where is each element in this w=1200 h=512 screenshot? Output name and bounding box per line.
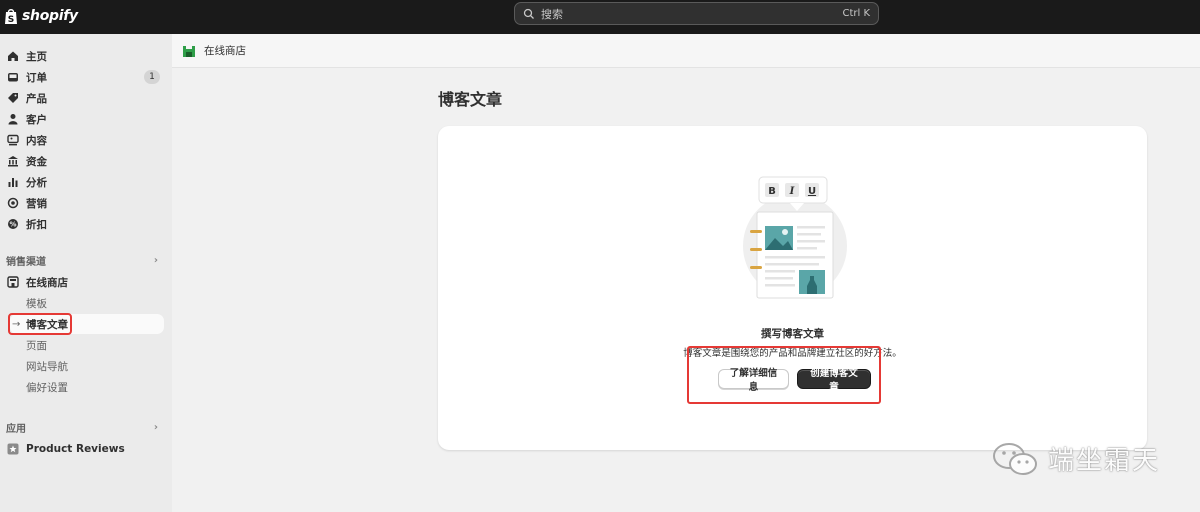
inbox-icon (6, 70, 20, 84)
sidebar-item-label: Product Reviews (26, 443, 125, 455)
sidebar-item-label: 资金 (26, 155, 47, 168)
search-placeholder: 搜索 (541, 7, 563, 21)
blog-illustration-icon: B I U (743, 176, 847, 299)
person-icon (6, 112, 20, 126)
search-icon (523, 8, 534, 19)
tag-icon (6, 91, 20, 105)
subitem-themes[interactable]: 模板 (10, 293, 164, 313)
subitem-label: 网站导航 (26, 360, 68, 373)
apps-label: 应用 (6, 423, 26, 435)
sidebar-item-marketing[interactable]: 营销 (6, 193, 164, 213)
wechat-icon (993, 442, 1037, 475)
svg-text:U: U (808, 186, 816, 197)
sidebar-item-label: 订单 (26, 71, 47, 84)
watermark: 端坐霜天 (990, 440, 1160, 477)
sidebar-item-label: 折扣 (26, 218, 47, 231)
content-icon (6, 133, 20, 147)
sales-channels-header[interactable]: 销售渠道 › (6, 251, 164, 269)
breadcrumb: 在线商店 (172, 34, 1200, 68)
shopify-bag-icon: S (5, 8, 17, 25)
watermark-text: 端坐霜天 (1048, 446, 1161, 476)
svg-text:S: S (8, 15, 14, 25)
sidebar-highlight-box (8, 313, 72, 335)
sidebar: 主页 订单 1 产品 客户 内容 资金 分析 营销 % 折扣 销售渠道 › 在线… (0, 34, 172, 512)
sales-channels-label: 销售渠道 (6, 256, 46, 268)
app-icon (6, 442, 20, 456)
sidebar-item-home[interactable]: 主页 (6, 46, 164, 66)
empty-state-heading: 撰写博客文章 (761, 328, 824, 340)
online-store-icon[interactable] (182, 44, 196, 58)
svg-text:I: I (789, 186, 795, 197)
sidebar-item-customers[interactable]: 客户 (6, 109, 164, 129)
apps-header[interactable]: 应用 › (6, 418, 164, 436)
sidebar-item-label: 产品 (26, 92, 47, 105)
page-title: 博客文章 (438, 90, 503, 109)
sidebar-item-label: 营销 (26, 197, 47, 210)
sidebar-item-content[interactable]: 内容 (6, 130, 164, 150)
sidebar-item-online-store[interactable]: 在线商店 (6, 272, 164, 292)
sidebar-item-products[interactable]: 产品 (6, 88, 164, 108)
shopify-logo[interactable]: S shopify (4, 4, 78, 28)
svg-text:%: % (9, 221, 16, 229)
discount-icon: % (6, 217, 20, 231)
target-icon (6, 196, 20, 210)
chevron-right-icon: › (153, 254, 158, 266)
subitem-label: 偏好设置 (26, 381, 68, 394)
bank-icon (6, 154, 20, 168)
logo-wordmark: shopify (22, 8, 78, 24)
buttons-highlight-box (687, 346, 881, 404)
subitem-pages[interactable]: 页面 (10, 335, 164, 355)
sidebar-item-label: 内容 (26, 134, 47, 147)
svg-text:B: B (768, 186, 776, 197)
orders-count-badge: 1 (144, 70, 160, 84)
sidebar-item-label: 主页 (26, 50, 47, 63)
breadcrumb-label[interactable]: 在线商店 (204, 43, 246, 58)
subitem-label: 模板 (26, 297, 47, 310)
search-bar[interactable]: 搜索 Ctrl K (514, 2, 879, 25)
sidebar-item-label: 分析 (26, 176, 47, 189)
sidebar-item-discounts[interactable]: % 折扣 (6, 214, 164, 234)
chevron-right-icon: › (153, 421, 158, 433)
bar-chart-icon (6, 175, 20, 189)
subitem-label: 页面 (26, 339, 47, 352)
sidebar-item-label: 客户 (26, 113, 47, 126)
subitem-navigation[interactable]: 网站导航 (10, 356, 164, 376)
sidebar-item-finance[interactable]: 资金 (6, 151, 164, 171)
sidebar-item-orders[interactable]: 订单 1 (6, 67, 164, 87)
sidebar-item-product-reviews[interactable]: Product Reviews (6, 439, 164, 459)
search-shortcut: Ctrl K (842, 8, 870, 19)
sidebar-item-label: 在线商店 (26, 276, 68, 289)
home-icon (6, 49, 20, 63)
top-bar: S shopify 搜索 Ctrl K (0, 0, 1200, 34)
storefront-icon (6, 275, 20, 289)
sidebar-item-analytics[interactable]: 分析 (6, 172, 164, 192)
subitem-preferences[interactable]: 偏好设置 (10, 377, 164, 397)
